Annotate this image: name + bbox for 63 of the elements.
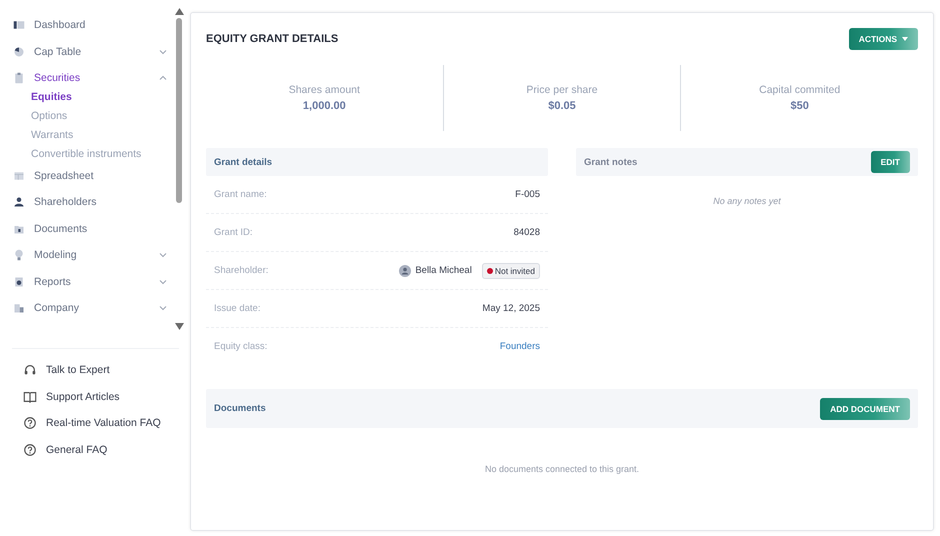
help-icon <box>23 442 37 457</box>
stat-value: $50 <box>790 100 809 112</box>
headset-icon <box>23 363 37 378</box>
empty-message: No documents connected to this grant. <box>484 464 640 474</box>
field-value: F-005 <box>515 189 540 200</box>
scroll-down-icon[interactable] <box>174 323 184 330</box>
sidebar-item[interactable]: Spreadsheet <box>13 162 173 189</box>
shareholder-name: Bella Micheal <box>415 265 472 276</box>
section-title: Documents <box>214 403 266 414</box>
edit-button[interactable]: EDIT <box>870 151 910 173</box>
help-link[interactable]: General FAQ <box>0 436 185 463</box>
help-link[interactable]: Real-time Valuation FAQ <box>0 410 185 436</box>
field-label: Issue date: <box>214 303 260 314</box>
nav-icon <box>13 72 25 84</box>
sidebar-subitem[interactable]: Warrants <box>13 126 173 144</box>
sidebar-item[interactable]: Dashboard <box>13 12 173 38</box>
field-value: May 12, 2025 <box>482 303 540 314</box>
chevron-icon <box>159 48 167 56</box>
sidebar-item[interactable]: Cap Table <box>13 38 173 65</box>
stat-label: Shares amount <box>288 84 360 96</box>
page-title: EQUITY GRANT DETAILS <box>206 33 338 45</box>
stat-value: $0.05 <box>548 100 576 112</box>
scroll-up-icon[interactable] <box>174 8 184 15</box>
chevron-icon <box>159 278 167 286</box>
field-label: Shareholder: <box>214 265 268 276</box>
caret-icon <box>902 37 908 41</box>
sidebar-item[interactable]: Modeling <box>13 242 173 268</box>
chevron-icon <box>159 251 167 260</box>
sidebar-subitem[interactable]: Convertible instruments <box>13 144 173 164</box>
field-label: Equity class: <box>214 341 268 352</box>
actions-button[interactable]: ACTIONS <box>848 28 918 50</box>
avatar-icon <box>399 264 412 276</box>
sidebar-item[interactable]: Reports <box>13 268 173 295</box>
nav-icon <box>13 249 25 262</box>
sidebar-item[interactable]: Shareholders <box>13 189 173 216</box>
nav-icon <box>13 46 25 58</box>
chevron-icon <box>159 304 167 312</box>
sidebar-subitem[interactable]: Options <box>13 106 173 126</box>
field-label: Grant name: <box>214 189 267 200</box>
nav-icon <box>13 276 25 288</box>
sidebar-item[interactable]: Company <box>13 295 173 322</box>
status-badge: Not invited <box>482 262 540 278</box>
help-link[interactable]: Talk to Expert <box>0 357 185 384</box>
empty-message: No any notes yet <box>712 196 782 206</box>
nav-icon <box>13 302 25 314</box>
nav-icon <box>13 19 25 32</box>
sidebar-item[interactable]: Documents <box>13 216 173 242</box>
section-title: Grant notes <box>584 156 638 168</box>
field-link[interactable]: Founders <box>500 341 540 352</box>
stat-value: 1,000.00 <box>302 100 346 112</box>
stat-label: Price per share <box>526 84 598 96</box>
chevron-icon <box>159 74 167 82</box>
field-value: 84028 <box>514 227 540 238</box>
add-document-button[interactable]: ADD DOCUMENT <box>820 398 910 420</box>
nav-icon <box>13 170 25 182</box>
book-icon <box>23 390 37 404</box>
scrollbar-thumb[interactable] <box>176 18 182 203</box>
help-icon <box>23 416 37 430</box>
field-label: Grant ID: <box>214 227 253 238</box>
help-link[interactable]: Support Articles <box>0 384 185 410</box>
section-title: Grant details <box>214 156 272 168</box>
nav-icon <box>13 196 25 208</box>
stat-label: Capital commited <box>759 84 840 96</box>
